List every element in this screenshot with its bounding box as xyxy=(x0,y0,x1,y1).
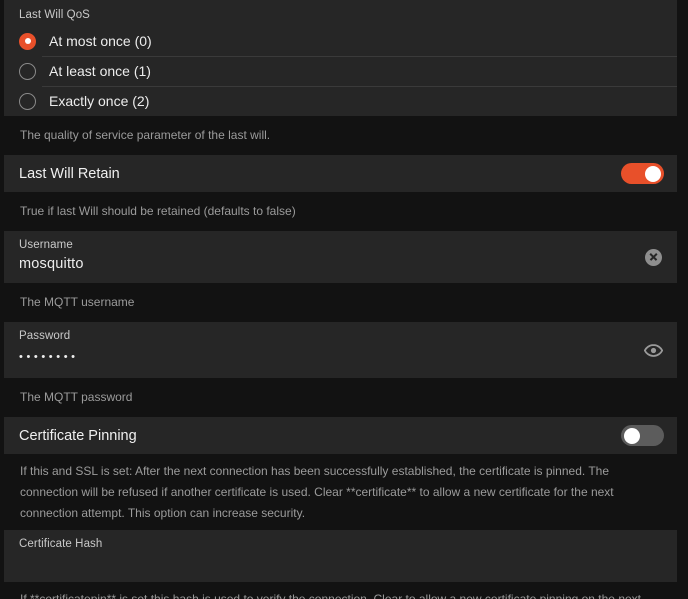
password-field-row[interactable]: Password •••••••• xyxy=(4,322,677,378)
clear-icon xyxy=(644,248,662,266)
username-helper: The MQTT username xyxy=(4,283,677,322)
last-will-retain-toggle[interactable] xyxy=(621,163,664,184)
password-helper: The MQTT password xyxy=(4,378,677,417)
username-clear-button[interactable] xyxy=(643,247,663,267)
radio-option-label: At most once (0) xyxy=(49,33,152,49)
password-label: Password xyxy=(19,330,71,342)
certificate-hash-field-row[interactable]: Certificate Hash xyxy=(4,530,677,582)
certificate-pinning-row[interactable]: Certificate Pinning xyxy=(4,417,677,454)
radio-option-label: At least once (1) xyxy=(49,63,151,79)
radio-option-label: Exactly once (2) xyxy=(49,93,150,109)
radio-option-at-most-once[interactable]: At most once (0) xyxy=(4,26,677,56)
certificate-pinning-toggle[interactable] xyxy=(621,425,664,446)
last-will-retain-row[interactable]: Last Will Retain xyxy=(4,155,677,192)
toggle-knob xyxy=(624,427,640,444)
certificate-pinning-title: Certificate Pinning xyxy=(19,427,137,444)
radio-option-exactly-once[interactable]: Exactly once (2) xyxy=(4,86,677,116)
last-will-qos-helper: The quality of service parameter of the … xyxy=(4,116,677,155)
last-will-qos-group: Last Will QoS At most once (0) At least … xyxy=(4,0,677,116)
radio-option-at-least-once[interactable]: At least once (1) xyxy=(4,56,677,86)
last-will-qos-label: Last Will QoS xyxy=(19,9,90,21)
eye-icon xyxy=(643,343,663,357)
certificate-pinning-helper: If this and SSL is set: After the next c… xyxy=(4,454,677,530)
last-will-retain-title: Last Will Retain xyxy=(19,165,120,182)
password-input[interactable]: •••••••• xyxy=(19,351,633,369)
radio-button[interactable] xyxy=(19,62,36,80)
username-label: Username xyxy=(19,239,73,251)
toggle-knob xyxy=(645,165,661,182)
radio-button-selected[interactable] xyxy=(19,32,36,50)
password-visibility-button[interactable] xyxy=(643,340,663,360)
radio-button[interactable] xyxy=(19,92,36,110)
certificate-hash-helper: If **certificatepin** is set this hash i… xyxy=(4,582,677,599)
last-will-retain-helper: True if last Will should be retained (de… xyxy=(4,192,677,231)
username-field-row[interactable]: Username mosquitto xyxy=(4,231,677,283)
certificate-hash-input[interactable] xyxy=(19,555,633,573)
username-input[interactable]: mosquitto xyxy=(19,256,633,274)
certificate-hash-label: Certificate Hash xyxy=(19,538,103,550)
settings-screen: Last Will QoS At most once (0) At least … xyxy=(0,0,688,599)
